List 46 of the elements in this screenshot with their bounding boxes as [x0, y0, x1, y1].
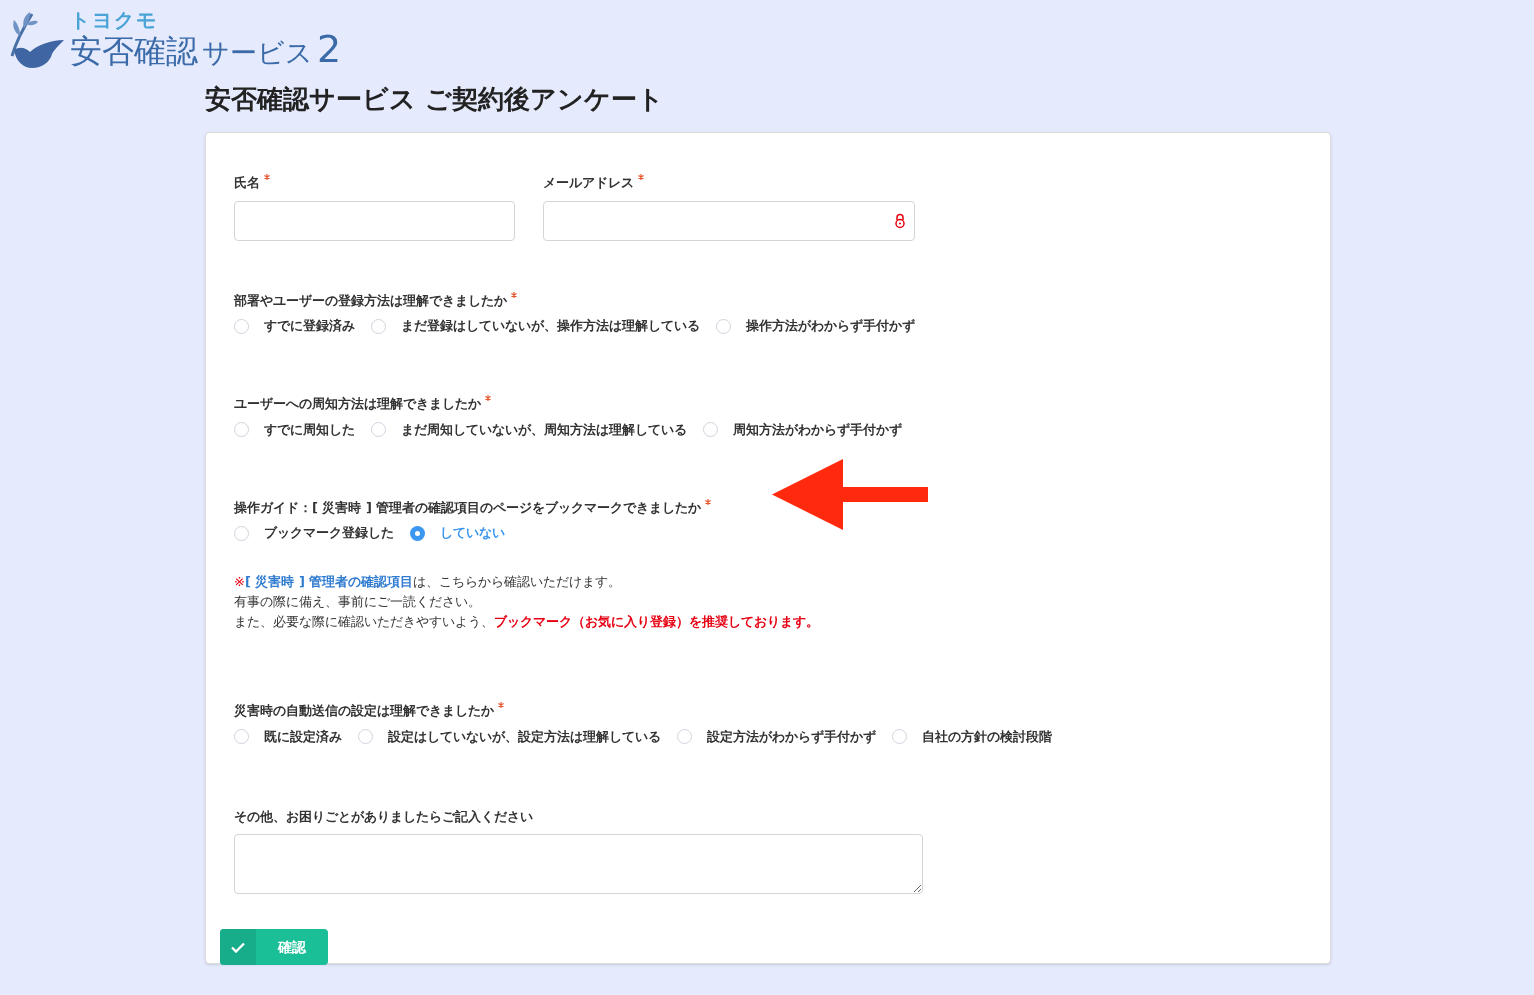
field-label: 操作ガイド：[ 災害時 ] 管理者の確認項目のページをブックマークできましたか [234, 498, 702, 517]
radio-label: 周知方法がわからず手付かず [733, 420, 902, 439]
comment-textarea[interactable] [234, 834, 923, 894]
radio-label: 設定はしていないが、設定方法は理解している [388, 727, 661, 746]
field-label: ユーザーへの周知方法は理解できましたか [234, 395, 481, 413]
product-name: 安否確認 [70, 35, 198, 67]
radio-button[interactable] [234, 422, 249, 437]
product-subname: サービス [202, 39, 313, 66]
radio-button[interactable] [677, 729, 692, 744]
confirm-button[interactable]: 確認 [220, 929, 328, 965]
field-label: 氏名 [234, 174, 260, 192]
radio-button[interactable] [371, 422, 386, 437]
field-label: 災害時の自動送信の設定は理解できましたか [234, 702, 494, 720]
radio-label: 設定方法がわからず手付かず [707, 727, 876, 746]
radio-button[interactable] [234, 525, 249, 541]
radio-label: まだ登録はしていないが、操作方法は理解している [401, 317, 700, 336]
radio-button[interactable] [410, 525, 425, 541]
radio-label: ブックマーク登録した [264, 524, 394, 543]
radio-label: まだ周知していないが、周知方法は理解している [401, 420, 687, 439]
radio-label: していない [440, 524, 505, 543]
radio-button[interactable] [892, 729, 907, 744]
page-title: 安否確認サービス ご契約後アンケート [205, 83, 666, 116]
radio-button[interactable] [358, 729, 373, 744]
radio-label: 既に設定済み [264, 727, 342, 746]
name-field[interactable] [234, 200, 515, 241]
link[interactable]: [ 災害時 ] 管理者の確認項目 [244, 574, 414, 589]
version-number: 2 [317, 30, 342, 68]
radio-label: 自社の方針の検討段階 [922, 727, 1052, 746]
check-icon [231, 941, 245, 953]
note-text: また、必要な際に確認いただきやすいよう、ブックマーク（お気に入り登録）を推奨しております。 [234, 613, 820, 631]
radio-label: すでに登録済み [264, 317, 355, 336]
radio-label: すでに周知した [264, 420, 355, 439]
radio-label: 操作方法がわからず手付かず [746, 317, 915, 336]
radio-button[interactable] [234, 729, 249, 744]
radio-button[interactable] [371, 318, 386, 334]
field-label: 部署やユーザーの登録方法は理解できましたか [234, 291, 507, 310]
email-field[interactable] [543, 200, 915, 241]
radio-button[interactable] [703, 422, 718, 437]
radio-button[interactable] [234, 318, 249, 334]
lock-icon [894, 212, 906, 229]
field-label: メールアドレス [543, 174, 634, 192]
note-text: ※[ 災害時 ] 管理者の確認項目 は、こちらから確認いただけます。 [234, 573, 623, 591]
radio-button[interactable] [716, 318, 731, 334]
brand-name: トヨクモ [70, 10, 159, 30]
field-label: その他、お困りごとがありましたらご記入ください [234, 807, 533, 826]
note-text: 有事の際に備え、事前にご一読ください。 [234, 593, 482, 611]
